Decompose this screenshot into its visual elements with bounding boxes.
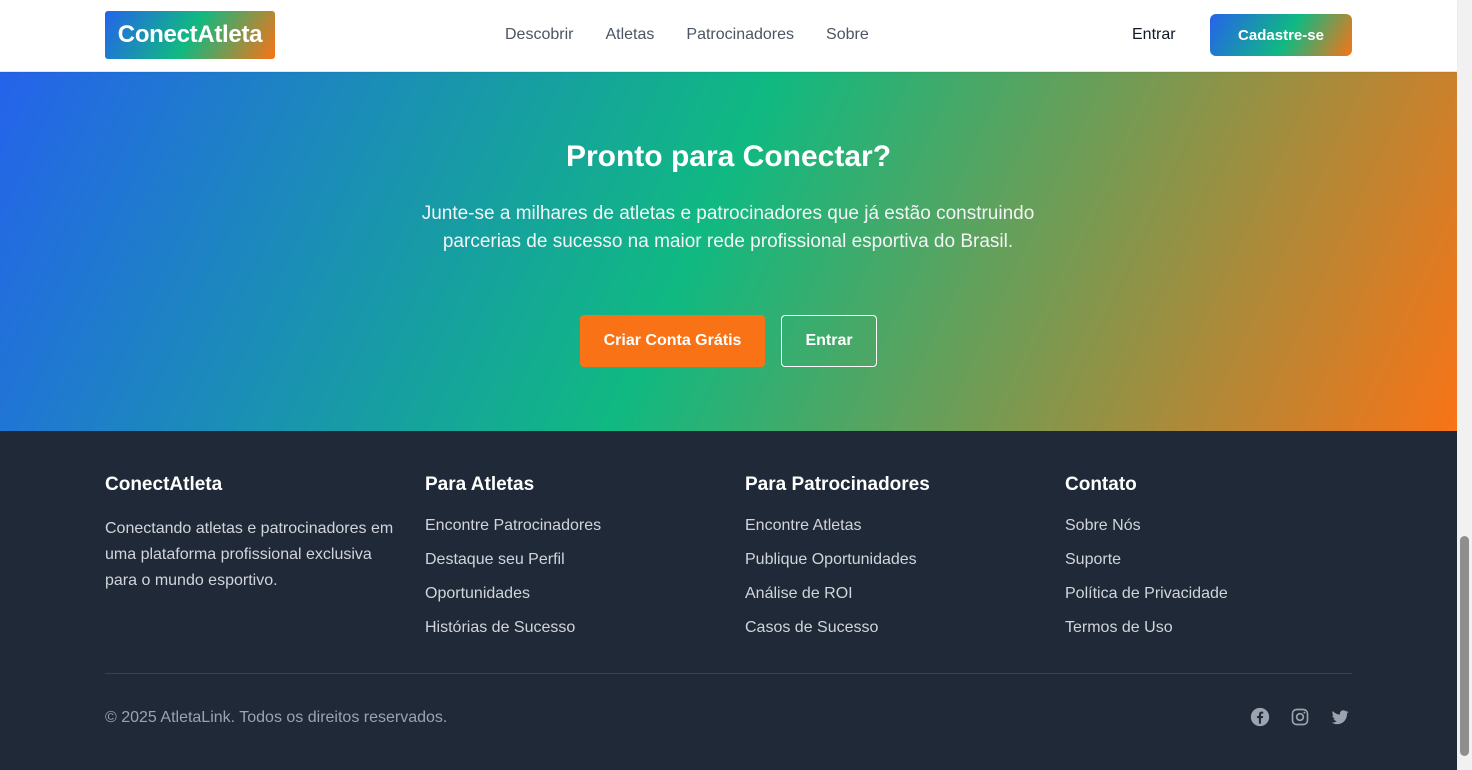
login-link[interactable]: Entrar	[1132, 0, 1176, 70]
scrollbar-thumb[interactable]	[1460, 536, 1469, 756]
main-nav: Descobrir Atletas Patrocinadores Sobre	[505, 0, 869, 70]
footer-link-historias-sucesso[interactable]: Histórias de Sucesso	[425, 618, 601, 652]
footer-brand-description: Conectando atletas e patrocinadores em u…	[105, 520, 394, 589]
instagram-icon[interactable]	[1290, 707, 1310, 727]
footer-divider	[105, 673, 1352, 674]
footer-link-destaque-perfil[interactable]: Destaque seu Perfil	[425, 550, 601, 584]
page-scrollbar[interactable]	[1457, 0, 1472, 770]
nav-descobrir[interactable]: Descobrir	[505, 26, 573, 44]
nav-patrocinadores[interactable]: Patrocinadores	[686, 26, 794, 44]
footer-link-sobre-nos[interactable]: Sobre Nós	[1065, 516, 1228, 550]
logo[interactable]: ConectAtleta	[105, 11, 275, 59]
signup-button[interactable]: Cadastre-se	[1210, 14, 1352, 56]
footer-link-casos-sucesso[interactable]: Casos de Sucesso	[745, 618, 930, 652]
top-navbar: ConectAtleta Descobrir Atletas Patrocina…	[0, 0, 1457, 72]
nav-sobre[interactable]: Sobre	[826, 26, 869, 44]
footer-link-privacidade[interactable]: Política de Privacidade	[1065, 584, 1228, 618]
footer-column-title: Contato	[1065, 474, 1137, 495]
nav-atletas[interactable]: Atletas	[605, 26, 654, 44]
twitter-icon[interactable]	[1330, 707, 1350, 727]
footer-brand-title: ConectAtleta	[105, 474, 223, 495]
footer-sponsors-column: Para Patrocinadores Encontre Atletas Pub…	[745, 474, 930, 652]
cta-section: Pronto para Conectar? Junte-se a milhare…	[0, 72, 1457, 431]
copyright-text: © 2025 AtletaLink. Todos os direitos res…	[105, 709, 448, 726]
facebook-icon[interactable]	[1250, 707, 1270, 727]
footer-link-publique-oportunidades[interactable]: Publique Oportunidades	[745, 550, 930, 584]
footer-column-title: Para Patrocinadores	[745, 474, 930, 495]
footer-link-encontre-atletas[interactable]: Encontre Atletas	[745, 516, 930, 550]
footer-contact-column: Contato Sobre Nós Suporte Política de Pr…	[1065, 474, 1228, 652]
footer: ConectAtleta Conectando atletas e patroc…	[0, 431, 1457, 770]
footer-brand-column: ConectAtleta Conectando atletas e patroc…	[105, 474, 395, 594]
footer-link-oportunidades[interactable]: Oportunidades	[425, 584, 601, 618]
footer-link-encontre-patrocinadores[interactable]: Encontre Patrocinadores	[425, 516, 601, 550]
social-links	[1250, 707, 1350, 727]
footer-link-suporte[interactable]: Suporte	[1065, 550, 1228, 584]
cta-subtitle: Junte-se a milhares de atletas e patroci…	[421, 203, 1035, 252]
cta-title: Pronto para Conectar?	[565, 140, 892, 173]
create-account-button[interactable]: Criar Conta Grátis	[580, 315, 765, 367]
hero-login-button[interactable]: Entrar	[781, 315, 877, 367]
footer-column-title: Para Atletas	[425, 474, 535, 495]
footer-athletes-column: Para Atletas Encontre Patrocinadores Des…	[425, 474, 601, 652]
footer-link-termos[interactable]: Termos de Uso	[1065, 618, 1228, 652]
footer-link-analise-roi[interactable]: Análise de ROI	[745, 584, 930, 618]
